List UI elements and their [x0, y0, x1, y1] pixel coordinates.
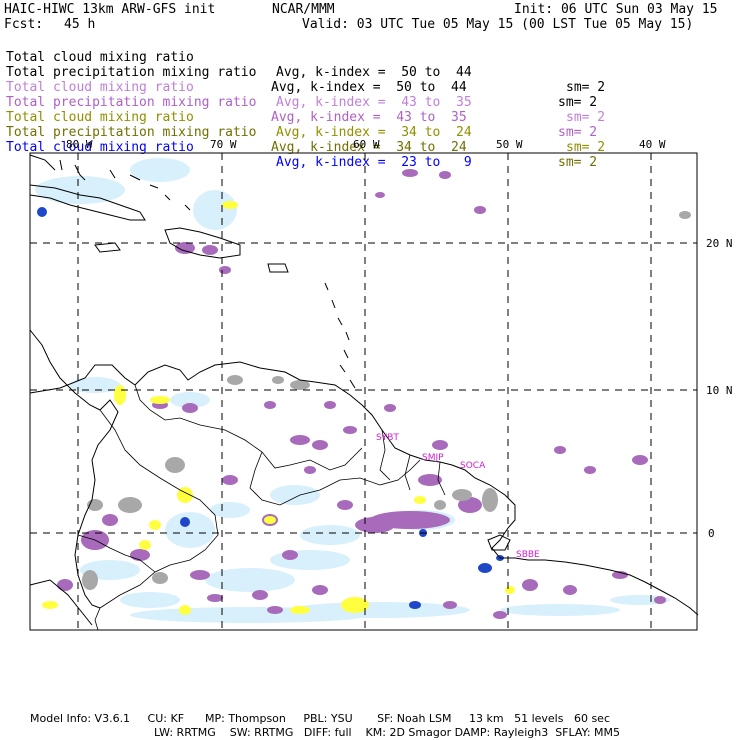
cloud-region	[270, 485, 320, 505]
precip-region	[343, 426, 357, 434]
precip-region	[102, 514, 118, 526]
gray-region	[165, 457, 185, 473]
model-info-line: Model Info: V3.6.1 CU: KF MP: Thompson P…	[30, 712, 610, 725]
lat-label-10n: 10 N	[706, 384, 733, 397]
yellow-region	[222, 201, 238, 209]
gray-region	[152, 572, 168, 584]
yellow-region	[414, 496, 426, 504]
cloud-core	[478, 563, 492, 573]
cloud-region	[270, 550, 350, 570]
gray-region	[434, 500, 446, 510]
precip-region	[563, 585, 577, 595]
precip-region	[443, 601, 457, 609]
lat-label-20n: 20 N	[706, 237, 733, 250]
station-label: SOCA	[460, 461, 486, 471]
cloud-region	[205, 568, 295, 592]
precip-region	[474, 206, 486, 214]
gray-region	[290, 380, 310, 390]
cloud-region	[300, 525, 360, 545]
gray-region	[82, 570, 98, 590]
gray-region	[272, 376, 284, 384]
yellow-region	[264, 516, 276, 524]
precip-region	[312, 585, 328, 595]
station-label: SYBT	[376, 433, 399, 443]
precip-region	[202, 245, 218, 255]
precip-region	[264, 401, 276, 409]
coastline-lesser-antilles	[324, 282, 356, 389]
gray-region	[482, 488, 498, 512]
cloud-region	[165, 512, 215, 548]
station-label: SBBE	[516, 550, 540, 560]
lon-label-80w: 80 W	[66, 138, 93, 151]
precip-region	[190, 570, 210, 580]
map-plot: 80 W 70 W 60 W 50 W 40 W 20 N 10 N 0 SYB…	[29, 138, 733, 631]
cloud-region	[210, 502, 250, 518]
precip-region	[182, 403, 198, 413]
yellow-region	[290, 606, 310, 614]
precip-region	[355, 517, 395, 533]
precip-region	[554, 446, 566, 454]
precip-region	[290, 435, 310, 445]
precip-region	[432, 440, 448, 450]
coastline-puerto-rico	[267, 263, 289, 273]
cloud-core	[409, 601, 421, 609]
cloud-region	[500, 604, 620, 616]
gray-region	[118, 497, 142, 513]
model-physics-line: LW: RRTMG SW: RRTMG DIFF: full KM: 2D Sm…	[154, 726, 620, 739]
precip-region	[493, 611, 507, 619]
precip-region	[312, 440, 328, 450]
precip-region	[384, 404, 396, 412]
lon-label-70w: 70 W	[210, 138, 237, 151]
lat-lon-grid	[30, 153, 697, 630]
cloud-core	[180, 517, 190, 527]
yellow-region	[179, 605, 191, 615]
precip-region	[522, 579, 538, 591]
gray-region	[452, 489, 472, 501]
precip-region	[252, 590, 268, 600]
yellow-region	[139, 540, 151, 550]
border-venezuela	[134, 384, 363, 471]
coastline-jamaica	[94, 242, 121, 253]
map-frame	[29, 152, 698, 631]
precip-region	[222, 475, 238, 485]
lon-label-50w: 50 W	[496, 138, 523, 151]
cloud-region	[130, 158, 190, 182]
station-label: SMJP	[422, 453, 444, 463]
coastline-marajo	[487, 534, 511, 551]
border-peru	[94, 607, 101, 631]
precip-region	[304, 466, 316, 474]
precip-region	[207, 594, 223, 602]
yellow-region	[150, 396, 170, 404]
precip-region	[282, 550, 298, 560]
precip-region	[632, 455, 648, 465]
precip-region	[219, 266, 231, 274]
gray-region	[679, 211, 691, 219]
precip-region	[402, 169, 418, 177]
lat-label-0: 0	[708, 527, 715, 540]
cloud-region	[35, 176, 125, 204]
precip-region	[337, 500, 353, 510]
yellow-region	[42, 601, 58, 609]
cloud-region	[193, 190, 237, 230]
cloud-core	[37, 207, 47, 217]
precip-region	[324, 401, 336, 409]
precip-region	[267, 606, 283, 614]
precip-region	[584, 466, 596, 474]
precip-region	[654, 596, 666, 604]
lon-label-40w: 40 W	[639, 138, 666, 151]
gray-region	[227, 375, 243, 385]
coastline-layer	[29, 154, 699, 631]
cloud-region	[120, 592, 180, 608]
precip-region	[439, 171, 451, 179]
coastline-florida	[29, 154, 56, 171]
precip-region	[130, 549, 150, 561]
yellow-region	[149, 520, 161, 530]
yellow-region	[505, 586, 515, 594]
cloud-region	[130, 607, 370, 623]
yellow-region	[114, 385, 126, 405]
lon-label-60w: 60 W	[353, 138, 380, 151]
precip-region	[375, 192, 385, 198]
precip-region	[57, 579, 73, 591]
